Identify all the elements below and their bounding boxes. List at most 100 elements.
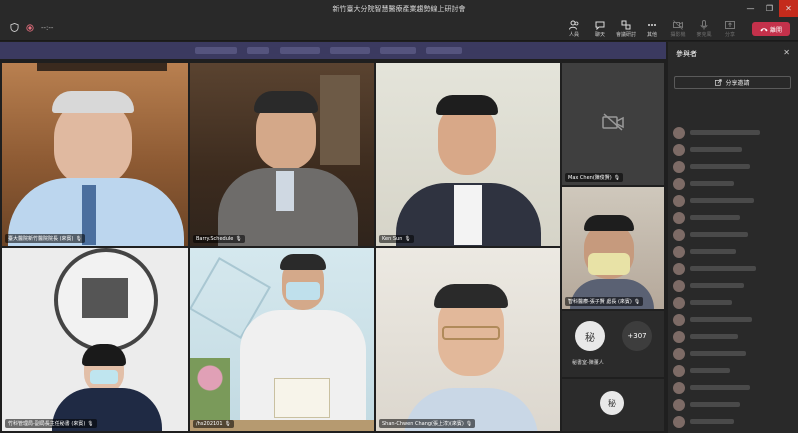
video-grid: 臺大醫院新竹醫院院長 (來賓) 🎙 Barry.Schedule 🎙 Ken Sun…	[0, 60, 666, 433]
more-button[interactable]: 其他	[640, 18, 664, 40]
close-panel-button[interactable]: ✕	[783, 48, 790, 57]
participant-name-blurred	[690, 317, 752, 322]
overflow-participants[interactable]: 秘 +307 秘書室-陳董人	[562, 311, 664, 377]
avatar	[673, 296, 685, 309]
participant-avatar: 秘	[600, 391, 624, 415]
participants-panel: 參與者 ✕ 分享邀請	[668, 42, 798, 433]
person-shirt	[276, 171, 294, 211]
avatar-label: 秘書室-陳董人	[572, 360, 604, 366]
participant-name-blurred	[690, 351, 746, 356]
avatar	[673, 347, 685, 360]
participant-avatar: 秘	[575, 321, 605, 351]
participant-name: Barry.Schedule 🎙	[193, 235, 245, 243]
mic-icon: 🎙	[235, 236, 242, 242]
video-tile[interactable]: Barry.Schedule 🎙	[190, 63, 374, 246]
mic-button[interactable]: 麥克風	[692, 18, 716, 40]
video-tile-camera-off[interactable]: Max Chen(陳俊賢) 🎙	[562, 63, 664, 185]
list-item[interactable]	[673, 175, 793, 192]
participant-name-blurred	[690, 334, 738, 339]
participant-name-blurred	[690, 266, 756, 271]
list-item[interactable]	[673, 413, 793, 430]
more-icon	[648, 24, 656, 26]
participant-name-blurred	[690, 147, 742, 152]
participant-name: 臺大醫院新竹醫院院長 (來賓) 🎙	[5, 234, 85, 243]
camera-button[interactable]: 攝影機	[666, 18, 690, 40]
video-tile[interactable]: 臺大醫院新竹醫院院長 (來賓) 🎙	[2, 63, 188, 246]
mic-icon: 🎙	[224, 421, 231, 427]
list-item[interactable]	[673, 396, 793, 413]
participant-name-blurred	[690, 368, 730, 373]
breakout-button[interactable]: 會議研討	[614, 18, 638, 40]
list-item[interactable]	[673, 158, 793, 175]
maximize-button[interactable]: ❐	[760, 0, 779, 17]
phone-hangup-icon	[760, 27, 768, 31]
avatar	[673, 143, 685, 156]
participant-name-blurred	[690, 232, 748, 237]
toolbar-left: --:--	[10, 23, 53, 32]
video-tile[interactable]: /hs202101 🎙	[190, 248, 374, 431]
list-item[interactable]	[673, 294, 793, 311]
people-button[interactable]: 人員	[562, 18, 586, 40]
list-item[interactable]	[673, 345, 793, 362]
share-invite-icon	[715, 79, 723, 86]
more-participants-count[interactable]: +307	[622, 321, 652, 351]
shield-icon[interactable]	[10, 23, 19, 32]
video-tile[interactable]: 智科醫療-張子賢 處長 (來賓) 🎙	[562, 187, 664, 309]
list-item[interactable]	[673, 362, 793, 379]
person-shirt	[454, 185, 482, 245]
person-hair	[82, 344, 126, 366]
video-tile[interactable]: Shan-Chwen Chang(張上淳)(來賓) 🎙	[376, 248, 560, 431]
close-window-button[interactable]: ✕	[779, 0, 798, 17]
share-label: 分享	[724, 32, 735, 38]
list-item[interactable]	[673, 209, 793, 226]
mic-icon: 🎙	[75, 235, 82, 242]
mic-label: 麥克風	[696, 32, 712, 38]
list-item[interactable]	[673, 226, 793, 243]
avatar	[673, 381, 685, 394]
person-hair	[436, 95, 498, 115]
list-item[interactable]	[673, 243, 793, 260]
people-label: 人員	[568, 32, 579, 38]
list-item[interactable]	[673, 277, 793, 294]
list-item[interactable]	[673, 311, 793, 328]
mic-icon: 🎙	[613, 174, 621, 181]
chat-button[interactable]: 聊天	[588, 18, 612, 40]
list-item[interactable]	[673, 141, 793, 158]
avatar	[673, 398, 685, 411]
list-item[interactable]	[673, 192, 793, 209]
list-item[interactable]	[673, 379, 793, 396]
minimize-button[interactable]: —	[741, 0, 760, 17]
avatar	[673, 313, 685, 326]
participant-name-blurred	[690, 283, 744, 288]
share-invite-button[interactable]: 分享邀請	[674, 76, 791, 89]
person-hair	[434, 284, 508, 308]
avatar	[673, 279, 685, 292]
participant-name-blurred	[690, 402, 740, 407]
person-mask	[588, 253, 630, 275]
wall-frame	[37, 63, 167, 71]
toolbar-actions: 人員 聊天 會議研討 其他 攝影機 麥克風 分享 離開	[562, 18, 790, 40]
participant-name-blurred	[690, 164, 750, 169]
more-label: 其他	[646, 32, 657, 38]
overflow-participants[interactable]: 秘	[562, 379, 664, 431]
list-item[interactable]	[673, 260, 793, 277]
video-tile[interactable]: 竹科管理局-副局長主任秘書 (來賓) 🎙	[2, 248, 188, 431]
person-glasses	[442, 326, 500, 340]
title-bar: 新竹臺大分院智慧醫療產業趨勢線上研討會 — ❐ ✕	[0, 0, 798, 17]
leave-label: 離開	[769, 26, 782, 34]
breakout-icon	[621, 20, 631, 30]
people-icon	[569, 20, 579, 30]
share-button[interactable]: 分享	[718, 18, 742, 40]
participant-name: Shan-Chwen Chang(張上淳)(來賓) 🎙	[379, 419, 476, 428]
video-tile[interactable]: Ken Sun 🎙	[376, 63, 560, 246]
banner-block	[280, 47, 320, 54]
meeting-banner	[0, 42, 666, 59]
mic-icon	[700, 20, 708, 30]
camera-label: 攝影機	[670, 32, 686, 38]
list-item[interactable]	[673, 328, 793, 345]
participants-list	[673, 124, 793, 430]
leave-button[interactable]: 離開	[752, 22, 790, 36]
chat-label: 聊天	[594, 32, 605, 38]
list-item[interactable]	[673, 124, 793, 141]
participant-name-blurred	[690, 130, 760, 135]
